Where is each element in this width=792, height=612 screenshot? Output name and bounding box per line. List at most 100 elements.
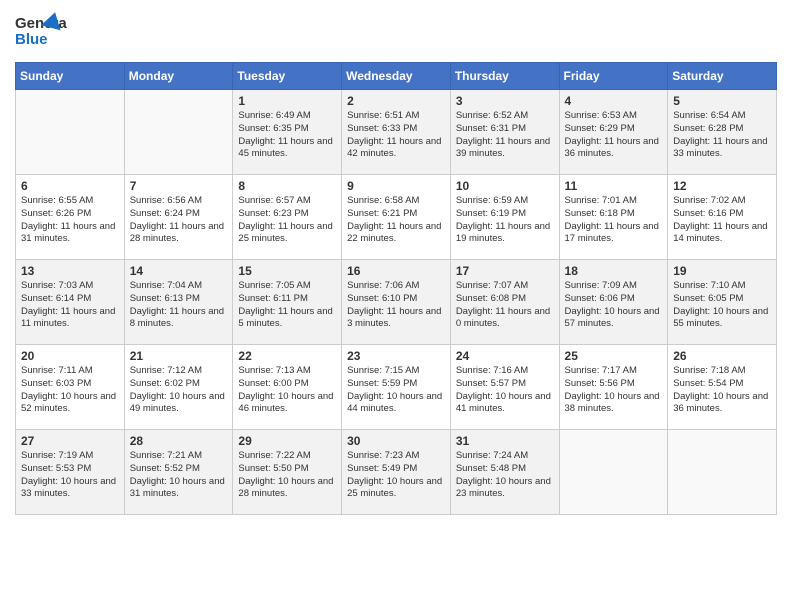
calendar-cell: 11 Sunrise: 7:01 AM Sunset: 6:18 PM Dayli… xyxy=(559,175,668,260)
calendar-cell: 30Sunrise: 7:23 AM Sunset: 5:49 PM Dayli… xyxy=(342,430,451,515)
calendar-cell: 25 Sunrise: 7:17 AM Sunset: 5:56 PM Dayli… xyxy=(559,345,668,430)
calendar-cell: 24 Sunrise: 7:16 AM Sunset: 5:57 PM Dayli… xyxy=(450,345,559,430)
calendar-cell: 6 Sunrise: 6:55 AM Sunset: 6:26 PM Daylig… xyxy=(16,175,125,260)
calendar-cell: 23 Sunrise: 7:15 AM Sunset: 5:59 PM Dayli… xyxy=(342,345,451,430)
day-info: Sunrise: 7:10 AM Sunset: 6:05 PM Dayligh… xyxy=(673,280,771,331)
weekday-header-monday: Monday xyxy=(124,63,233,90)
day-number: 11 xyxy=(565,179,663,193)
day-info: Sunrise: 7:15 AM Sunset: 5:59 PM Dayligh… xyxy=(347,365,445,416)
day-info: Sunrise: 7:18 AM Sunset: 5:54 PM Dayligh… xyxy=(673,365,771,416)
day-number: 6 xyxy=(21,179,119,193)
calendar-cell: 10 Sunrise: 6:59 AM Sunset: 6:19 PM Dayli… xyxy=(450,175,559,260)
calendar-cell: 27 Sunrise: 7:19 AM Sunset: 5:53 PM Dayli… xyxy=(16,430,125,515)
calendar-table: SundayMondayTuesdayWednesdayThursdayFrid… xyxy=(15,62,777,515)
logo: General Blue xyxy=(15,10,67,54)
calendar-body: 1 Sunrise: 6:49 AM Sunset: 6:35 PM Daylig… xyxy=(16,90,777,515)
calendar-cell: 16Sunrise: 7:06 AM Sunset: 6:10 PM Dayli… xyxy=(342,260,451,345)
calendar-cell: 1 Sunrise: 6:49 AM Sunset: 6:35 PM Daylig… xyxy=(233,90,342,175)
day-info: Sunrise: 7:12 AM Sunset: 6:02 PM Dayligh… xyxy=(130,365,228,416)
day-number: 29 xyxy=(238,434,336,448)
day-info: Sunrise: 7:17 AM Sunset: 5:56 PM Dayligh… xyxy=(565,365,663,416)
day-number: 13 xyxy=(21,264,119,278)
calendar-header: SundayMondayTuesdayWednesdayThursdayFrid… xyxy=(16,63,777,90)
calendar-cell: 19 Sunrise: 7:10 AM Sunset: 6:05 PM Dayli… xyxy=(668,260,777,345)
week-row-4: 20 Sunrise: 7:11 AM Sunset: 6:03 PM Dayli… xyxy=(16,345,777,430)
day-info: Sunrise: 7:16 AM Sunset: 5:57 PM Dayligh… xyxy=(456,365,554,416)
day-number: 18 xyxy=(565,264,663,278)
calendar-cell: 12Sunrise: 7:02 AM Sunset: 6:16 PM Dayli… xyxy=(668,175,777,260)
day-info: Sunrise: 7:22 AM Sunset: 5:50 PM Dayligh… xyxy=(238,450,336,501)
calendar-cell: 3 Sunrise: 6:52 AM Sunset: 6:31 PM Daylig… xyxy=(450,90,559,175)
day-number: 7 xyxy=(130,179,228,193)
day-number: 31 xyxy=(456,434,554,448)
day-info: Sunrise: 6:57 AM Sunset: 6:23 PM Dayligh… xyxy=(238,195,336,246)
day-info: Sunrise: 7:05 AM Sunset: 6:11 PM Dayligh… xyxy=(238,280,336,331)
calendar-cell: 31 Sunrise: 7:24 AM Sunset: 5:48 PM Dayli… xyxy=(450,430,559,515)
calendar-cell: 13 Sunrise: 7:03 AM Sunset: 6:14 PM Dayli… xyxy=(16,260,125,345)
day-info: Sunrise: 6:55 AM Sunset: 6:26 PM Dayligh… xyxy=(21,195,119,246)
day-info: Sunrise: 7:07 AM Sunset: 6:08 PM Dayligh… xyxy=(456,280,554,331)
day-number: 25 xyxy=(565,349,663,363)
calendar-cell: 17 Sunrise: 7:07 AM Sunset: 6:08 PM Dayli… xyxy=(450,260,559,345)
weekday-header-row: SundayMondayTuesdayWednesdayThursdayFrid… xyxy=(16,63,777,90)
day-number: 12 xyxy=(673,179,771,193)
day-info: Sunrise: 7:03 AM Sunset: 6:14 PM Dayligh… xyxy=(21,280,119,331)
day-info: Sunrise: 6:53 AM Sunset: 6:29 PM Dayligh… xyxy=(565,110,663,161)
day-number: 24 xyxy=(456,349,554,363)
day-info: Sunrise: 7:04 AM Sunset: 6:13 PM Dayligh… xyxy=(130,280,228,331)
day-number: 3 xyxy=(456,94,554,108)
day-number: 1 xyxy=(238,94,336,108)
day-number: 26 xyxy=(673,349,771,363)
weekday-header-tuesday: Tuesday xyxy=(233,63,342,90)
calendar-cell: 28 Sunrise: 7:21 AM Sunset: 5:52 PM Dayli… xyxy=(124,430,233,515)
weekday-header-sunday: Sunday xyxy=(16,63,125,90)
day-number: 20 xyxy=(21,349,119,363)
day-info: Sunrise: 6:51 AM Sunset: 6:33 PM Dayligh… xyxy=(347,110,445,161)
day-info: Sunrise: 6:59 AM Sunset: 6:19 PM Dayligh… xyxy=(456,195,554,246)
calendar-cell: 7Sunrise: 6:56 AM Sunset: 6:24 PM Daylig… xyxy=(124,175,233,260)
day-number: 30 xyxy=(347,434,445,448)
day-number: 8 xyxy=(238,179,336,193)
calendar-cell xyxy=(16,90,125,175)
week-row-3: 13 Sunrise: 7:03 AM Sunset: 6:14 PM Dayli… xyxy=(16,260,777,345)
day-number: 28 xyxy=(130,434,228,448)
calendar-cell: 21Sunrise: 7:12 AM Sunset: 6:02 PM Dayli… xyxy=(124,345,233,430)
day-info: Sunrise: 7:11 AM Sunset: 6:03 PM Dayligh… xyxy=(21,365,119,416)
day-number: 22 xyxy=(238,349,336,363)
day-info: Sunrise: 7:24 AM Sunset: 5:48 PM Dayligh… xyxy=(456,450,554,501)
calendar-cell: 4Sunrise: 6:53 AM Sunset: 6:29 PM Daylig… xyxy=(559,90,668,175)
day-info: Sunrise: 7:01 AM Sunset: 6:18 PM Dayligh… xyxy=(565,195,663,246)
day-number: 23 xyxy=(347,349,445,363)
day-number: 5 xyxy=(673,94,771,108)
day-info: Sunrise: 7:19 AM Sunset: 5:53 PM Dayligh… xyxy=(21,450,119,501)
weekday-header-thursday: Thursday xyxy=(450,63,559,90)
day-number: 17 xyxy=(456,264,554,278)
calendar-cell: 22Sunrise: 7:13 AM Sunset: 6:00 PM Dayli… xyxy=(233,345,342,430)
week-row-5: 27 Sunrise: 7:19 AM Sunset: 5:53 PM Dayli… xyxy=(16,430,777,515)
calendar-cell: 26 Sunrise: 7:18 AM Sunset: 5:54 PM Dayli… xyxy=(668,345,777,430)
day-number: 27 xyxy=(21,434,119,448)
header: General Blue xyxy=(15,10,777,54)
calendar-cell xyxy=(124,90,233,175)
day-number: 16 xyxy=(347,264,445,278)
week-row-1: 1 Sunrise: 6:49 AM Sunset: 6:35 PM Daylig… xyxy=(16,90,777,175)
svg-text:Blue: Blue xyxy=(15,31,48,48)
day-info: Sunrise: 6:52 AM Sunset: 6:31 PM Dayligh… xyxy=(456,110,554,161)
day-number: 10 xyxy=(456,179,554,193)
calendar-cell: 15 Sunrise: 7:05 AM Sunset: 6:11 PM Dayli… xyxy=(233,260,342,345)
logo-icon: General Blue xyxy=(15,10,67,54)
calendar-cell: 18 Sunrise: 7:09 AM Sunset: 6:06 PM Dayli… xyxy=(559,260,668,345)
day-info: Sunrise: 7:09 AM Sunset: 6:06 PM Dayligh… xyxy=(565,280,663,331)
calendar-cell: 8 Sunrise: 6:57 AM Sunset: 6:23 PM Daylig… xyxy=(233,175,342,260)
weekday-header-friday: Friday xyxy=(559,63,668,90)
day-number: 15 xyxy=(238,264,336,278)
day-number: 19 xyxy=(673,264,771,278)
weekday-header-wednesday: Wednesday xyxy=(342,63,451,90)
day-info: Sunrise: 6:54 AM Sunset: 6:28 PM Dayligh… xyxy=(673,110,771,161)
day-info: Sunrise: 7:21 AM Sunset: 5:52 PM Dayligh… xyxy=(130,450,228,501)
page: General Blue SundayMondayTuesdayWednesda… xyxy=(0,0,792,530)
calendar-cell: 20 Sunrise: 7:11 AM Sunset: 6:03 PM Dayli… xyxy=(16,345,125,430)
day-info: Sunrise: 6:49 AM Sunset: 6:35 PM Dayligh… xyxy=(238,110,336,161)
day-info: Sunrise: 6:58 AM Sunset: 6:21 PM Dayligh… xyxy=(347,195,445,246)
weekday-header-saturday: Saturday xyxy=(668,63,777,90)
